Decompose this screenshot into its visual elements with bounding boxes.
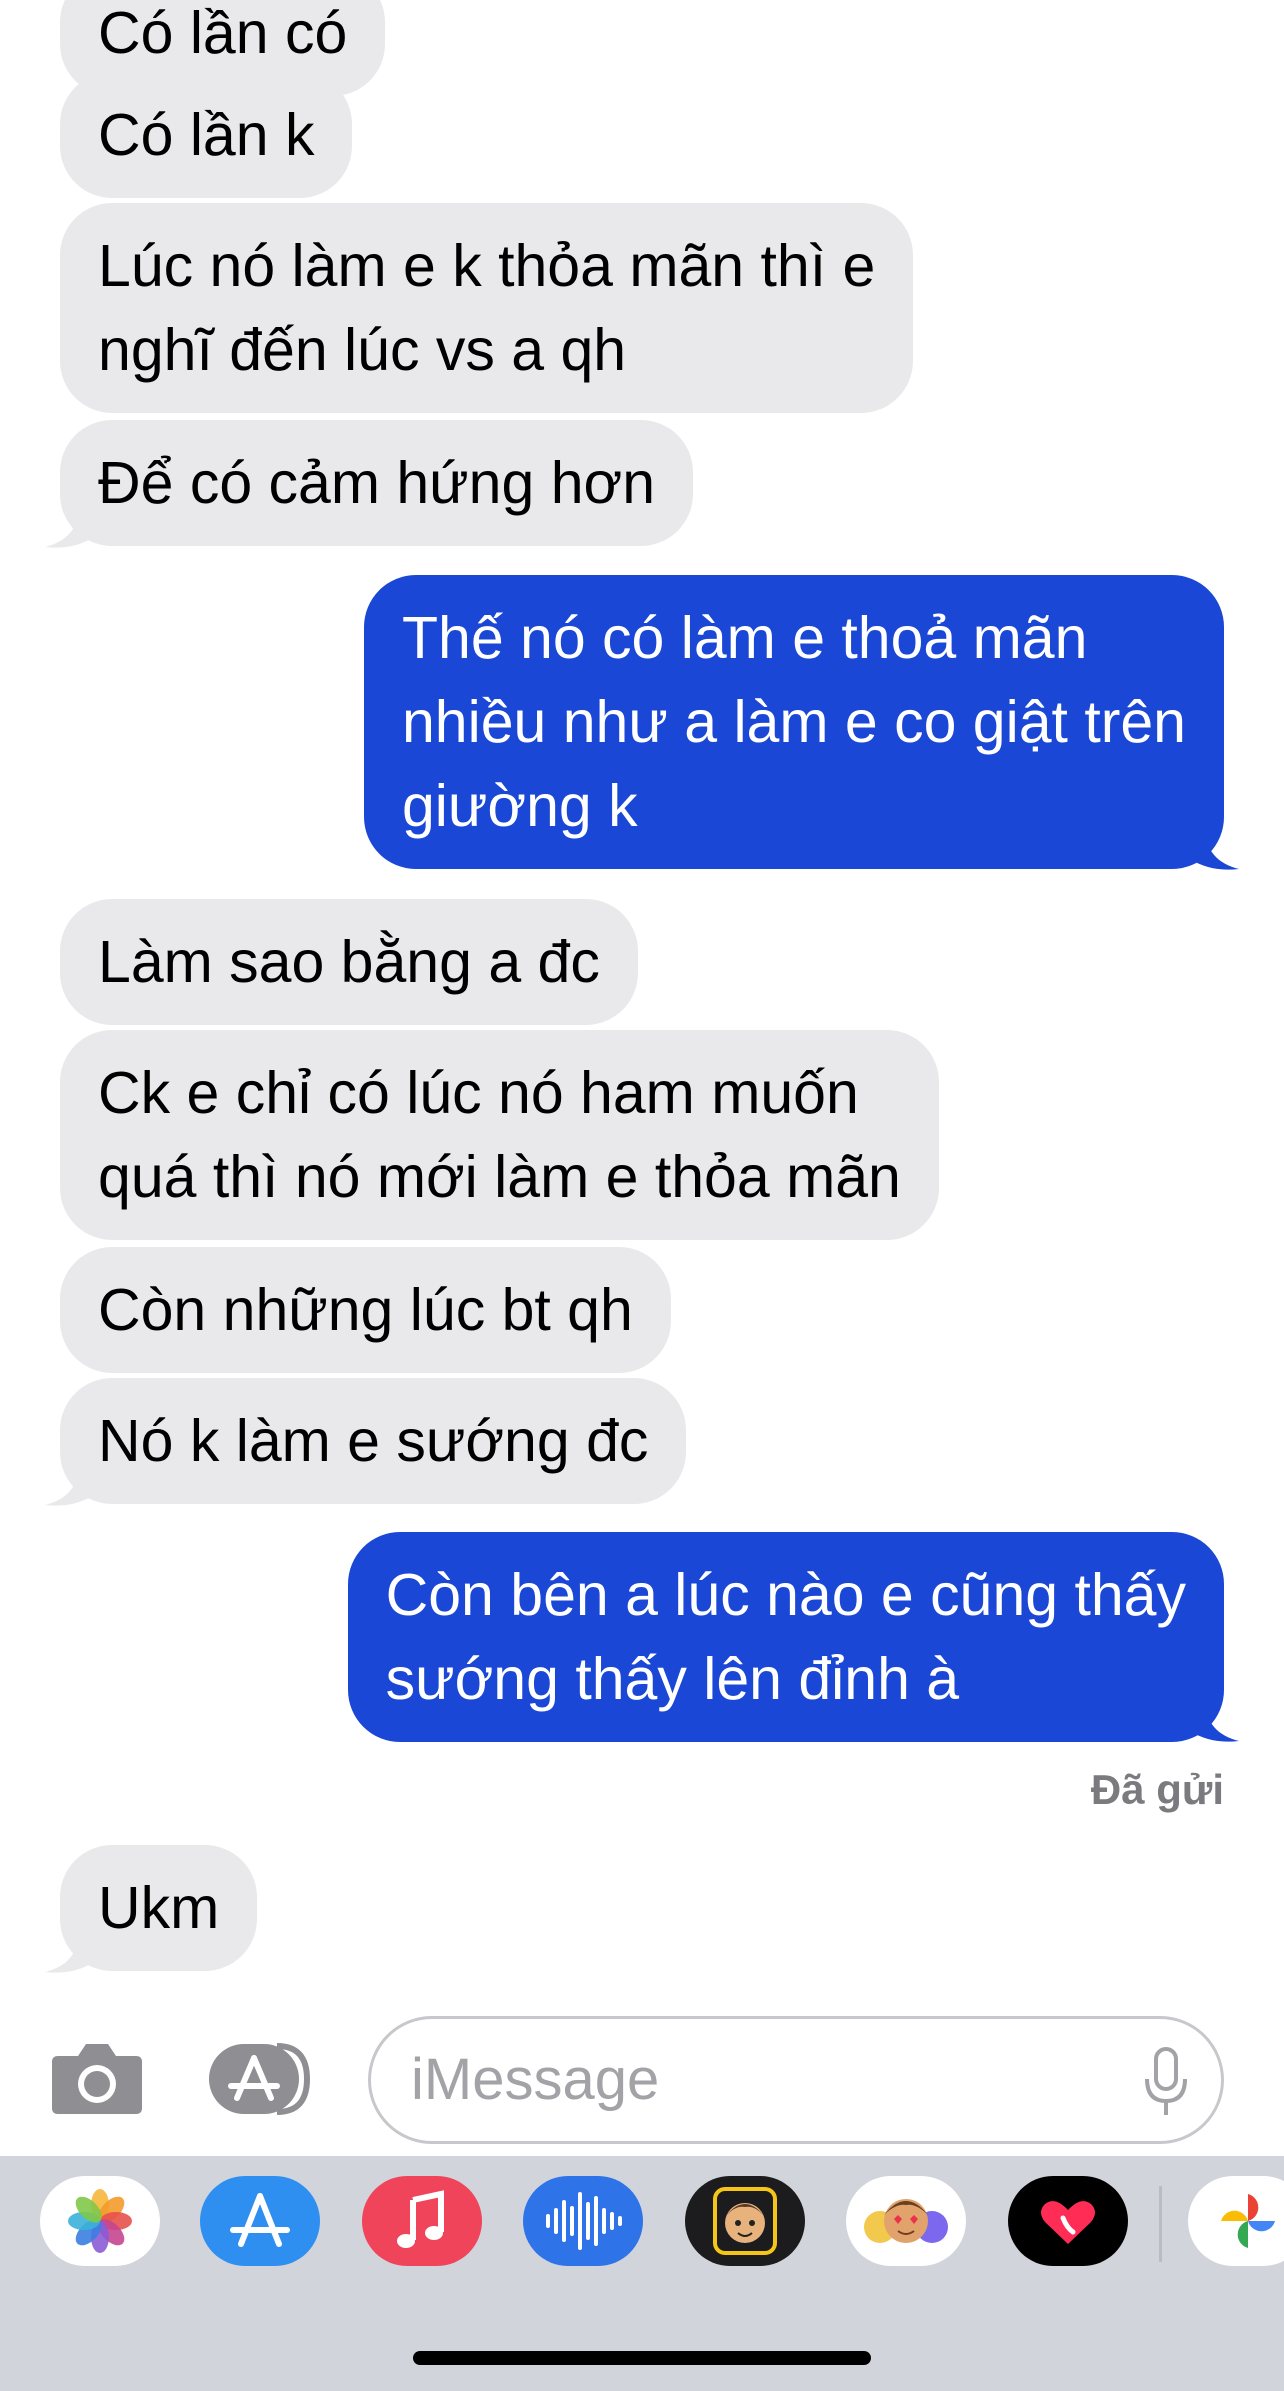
bubble-tail-outgoing [1184,1694,1239,1742]
message-bubble-incoming[interactable]: Còn những lúc bt qh [60,1247,671,1373]
memoji-app-icon[interactable] [685,2176,805,2266]
app-drawer [0,2156,1284,2391]
delivered-status: Đã gửi [1090,1766,1224,1813]
bubble-tail-incoming [45,1925,100,1973]
message-bubble-outgoing[interactable]: Thế nó có làm e thoả mãn nhiều như a làm… [363,575,1224,869]
bubble-tail-incoming [45,500,100,548]
audio-message-app-icon[interactable] [523,2176,643,2266]
message-bubble-incoming[interactable]: Có lần k [60,72,353,198]
drawer-separator [1159,2186,1162,2262]
message-bubble-incoming[interactable]: Nó k làm e sướng đc [60,1378,687,1504]
home-indicator[interactable] [413,2351,871,2365]
bubble-tail-incoming [45,1458,100,1506]
message-input-placeholder: iMessage [411,2047,660,2112]
message-bubble-outgoing[interactable]: Còn bên a lúc nào e cũng thấy sướng thấy… [347,1532,1224,1742]
google-photos-app-icon[interactable] [1188,2176,1284,2266]
app-store-icon[interactable] [207,2042,323,2116]
music-app-icon[interactable] [362,2176,482,2266]
message-bubble-incoming[interactable]: Lúc nó làm e k thỏa mãn thì e nghĩ đến l… [60,203,914,413]
message-bubble-incoming[interactable]: Để có cảm hứng hơn [60,420,694,546]
camera-icon[interactable] [50,2042,144,2116]
message-input-bar: iMessage [0,2002,1284,2152]
message-thread: Có lần có Có lần k Lúc nó làm e k thỏa m… [0,0,1284,2000]
message-bubble-incoming[interactable]: Ck e chỉ có lúc nó ham muốn quá thì nó m… [60,1030,939,1240]
animoji-stickers-app-icon[interactable] [846,2176,966,2266]
digital-touch-app-icon[interactable] [1008,2176,1128,2266]
photos-app-icon[interactable] [40,2176,160,2266]
bubble-tail-outgoing [1184,822,1239,870]
message-input[interactable]: iMessage [368,2016,1224,2144]
microphone-icon[interactable] [1141,2047,1191,2117]
message-bubble-incoming[interactable]: Làm sao bằng a đc [60,899,638,1025]
app-store-app-icon[interactable] [200,2176,320,2266]
